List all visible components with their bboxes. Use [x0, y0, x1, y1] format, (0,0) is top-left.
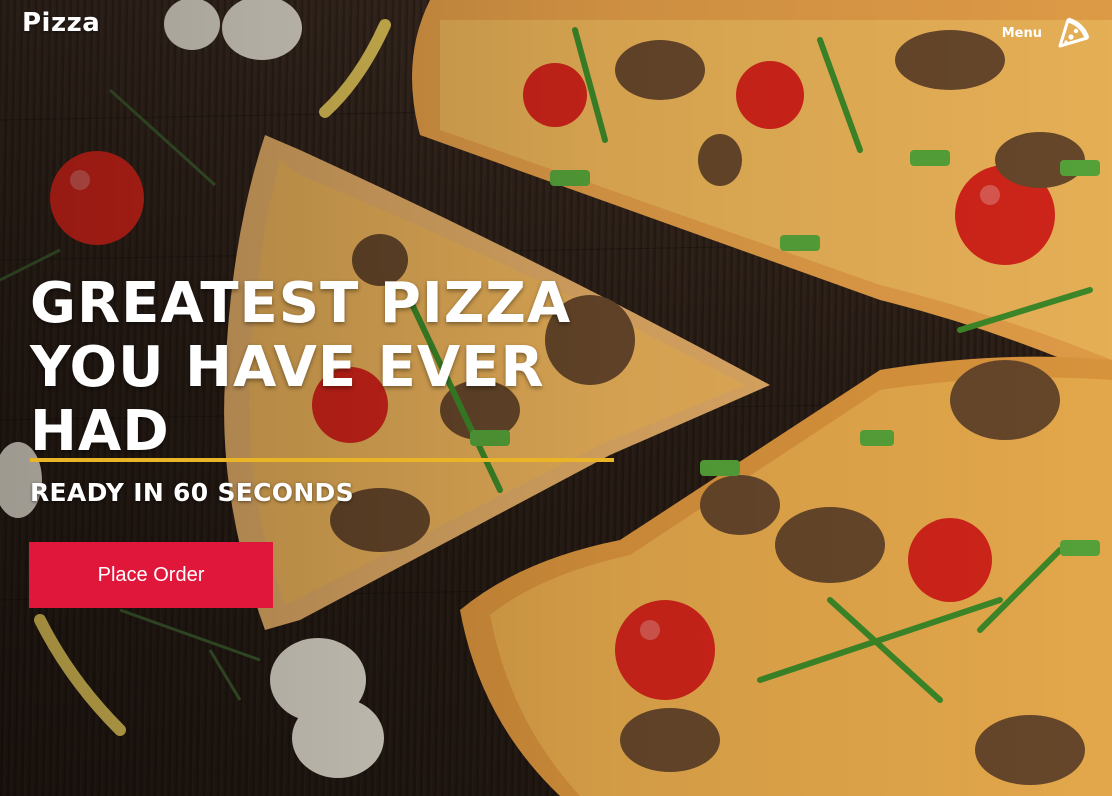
hero-subheadline: READY IN 60 SECONDS: [30, 478, 354, 507]
headline-line-3: HAD: [30, 399, 170, 464]
logo[interactable]: Pizza: [22, 8, 100, 38]
place-order-button[interactable]: Place Order: [29, 542, 273, 608]
hero-headline: GREATEST PIZZA YOU HAVE EVER HAD: [30, 272, 630, 464]
pizza-slice-icon[interactable]: [1056, 16, 1090, 50]
headline-line-2: YOU HAVE EVER: [30, 335, 545, 400]
headline-line-1: GREATEST PIZZA: [30, 271, 572, 336]
headline-divider: [30, 458, 614, 462]
menu-label[interactable]: Menu: [1002, 26, 1042, 41]
menu-button[interactable]: Menu: [1002, 16, 1090, 50]
